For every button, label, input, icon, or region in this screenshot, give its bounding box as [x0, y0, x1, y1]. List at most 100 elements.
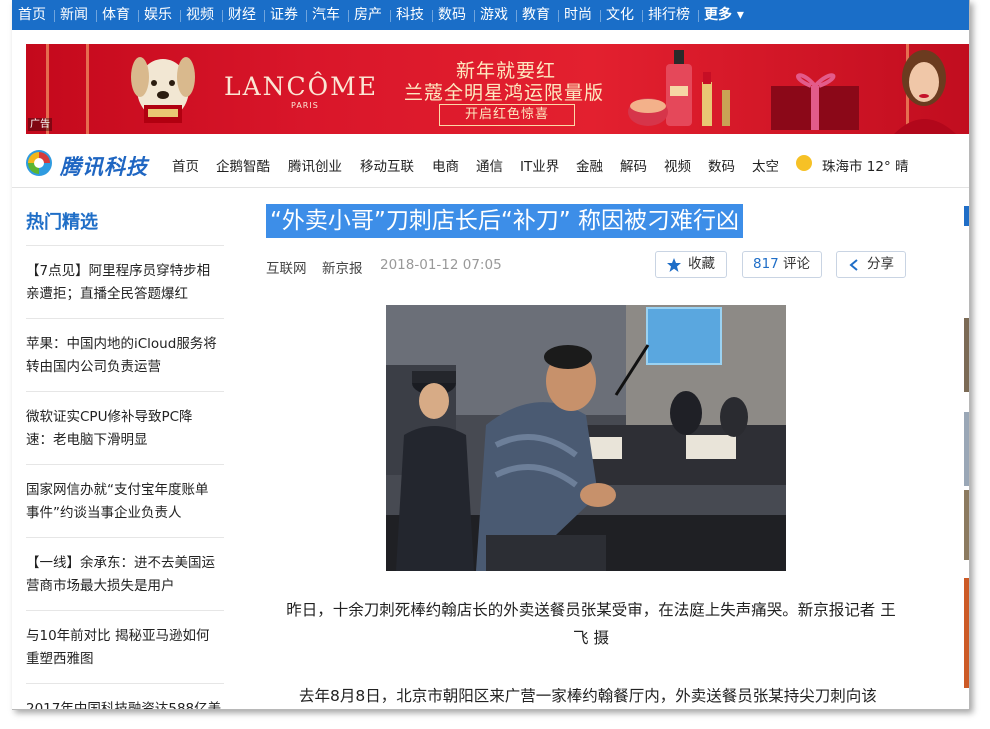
share-icon: [849, 259, 858, 271]
ad-banner[interactable]: LANCÔME PARIS 新年就要红 兰蔻全明星鸿运限量版 开启红色惊喜 广告: [26, 44, 969, 134]
channel-culture[interactable]: 文化: [606, 7, 634, 23]
nav-mobile-internet[interactable]: 移动互联: [360, 155, 414, 175]
sidebar-item-line: 与10年前对比 揭秘亚马逊如何: [26, 628, 210, 644]
sidebar-item-line: 速：老电脑下滑明显: [26, 432, 148, 448]
sidebar-divider: [26, 610, 224, 611]
sidebar-item-line: 营商市场最大损失是用户: [26, 578, 175, 594]
model-image: [894, 50, 956, 134]
channel-separator: [642, 10, 643, 22]
channel-separator: [600, 10, 601, 22]
thumbnail-edge: [964, 490, 969, 560]
thumbnail-edge: [964, 412, 969, 486]
sidebar-item[interactable]: 微软证实CPU修补导致PC降 速：老电脑下滑明显: [26, 406, 226, 452]
sun-icon: [796, 155, 812, 171]
channel-separator: [348, 10, 349, 22]
channel-separator: [54, 10, 55, 22]
collect-button[interactable]: 收藏: [655, 251, 727, 278]
sidebar-divider: [26, 391, 224, 392]
channel-more-dropdown[interactable]: 更多 ▾: [704, 7, 744, 23]
caption-line: 昨日，十余刀刺死棒约翰店长的外卖送餐员张某受审，在法庭上失声痛哭。新京报记者 王: [286, 601, 896, 619]
collect-label: 收藏: [688, 256, 715, 272]
article-headline: “外卖小哥”刀刺店长后“补刀” 称因被刁难行凶: [266, 204, 743, 238]
lancome-paris: PARIS: [291, 101, 319, 110]
comment-button[interactable]: 817 评论: [742, 251, 822, 278]
article-source-1[interactable]: 互联网: [266, 257, 307, 277]
banner-cta-button[interactable]: 开启红色惊喜: [439, 104, 575, 126]
browser-viewport: 首页 新闻 体育 娱乐 视频 财经 证券 汽车 房产 科技 数码 游戏 教育 时…: [12, 0, 970, 710]
share-label: 分享: [867, 256, 894, 272]
sidebar-item-line: 微软证实CPU修补导致PC降: [26, 409, 193, 425]
nav-ecommerce[interactable]: 电商: [432, 155, 459, 175]
channel-games[interactable]: 游戏: [480, 7, 508, 23]
sidebar-item-line: 国家网信办就“支付宝年度账单: [26, 482, 209, 498]
star-icon: [667, 258, 681, 272]
share-button[interactable]: 分享: [836, 251, 906, 278]
sidebar-item[interactable]: 2017年中国科技融资达588亿美: [26, 698, 226, 709]
article-time: 2018-01-12 07:05: [380, 257, 502, 273]
channel-ranking[interactable]: 排行榜: [648, 7, 690, 23]
channel-separator: [96, 10, 97, 22]
product-image: [628, 50, 730, 126]
channel-fashion[interactable]: 时尚: [564, 7, 592, 23]
nav-digital[interactable]: 数码: [708, 155, 735, 175]
channel-separator: [306, 10, 307, 22]
channel-entertainment[interactable]: 娱乐: [144, 7, 172, 23]
sidebar-item-line: 【一线】余承东：进不去美国运: [26, 555, 215, 571]
channel-education[interactable]: 教育: [522, 7, 550, 23]
nav-home[interactable]: 首页: [172, 155, 199, 175]
channel-stocks[interactable]: 证券: [270, 7, 298, 23]
photo-caption: 昨日，十余刀刺死棒约翰店长的外卖送餐员张某受审，在法庭上失声痛哭。新京报记者 王…: [266, 596, 916, 652]
channel-auto[interactable]: 汽车: [312, 7, 340, 23]
channel-finance[interactable]: 财经: [228, 7, 256, 23]
article-photo[interactable]: [386, 305, 786, 571]
channel-separator: [264, 10, 265, 22]
ad-label: 广告: [28, 118, 52, 131]
channel-separator: [138, 10, 139, 22]
nav-decode[interactable]: 解码: [620, 155, 647, 175]
nav-telecom[interactable]: 通信: [476, 155, 503, 175]
caption-line: 飞 摄: [573, 629, 609, 647]
channel-separator: [558, 10, 559, 22]
nav-finance[interactable]: 金融: [576, 155, 603, 175]
channel-separator: [432, 10, 433, 22]
sidebar-divider: [26, 683, 224, 684]
channel-separator: [180, 10, 181, 22]
sidebar-divider: [26, 537, 224, 538]
sidebar-divider: [26, 245, 224, 246]
comment-count: 817: [753, 256, 779, 272]
channel-sports[interactable]: 体育: [102, 7, 130, 23]
comment-label: 评论: [783, 256, 810, 272]
channel-video[interactable]: 视频: [186, 7, 214, 23]
channel-bar: 首页 新闻 体育 娱乐 视频 财经 证券 汽车 房产 科技 数码 游戏 教育 时…: [12, 0, 969, 30]
channel-separator: [516, 10, 517, 22]
sidebar-item[interactable]: 国家网信办就“支付宝年度账单 事件”约谈当事企业负责人: [26, 479, 226, 525]
channel-home[interactable]: 首页: [18, 7, 46, 23]
sidebar-item[interactable]: 与10年前对比 揭秘亚马逊如何 重塑西雅图: [26, 625, 226, 671]
lancome-logo: LANCÔME: [224, 72, 379, 101]
channel-tech[interactable]: 科技: [396, 7, 424, 23]
sidebar-item-line: 亲遭拒；直播全民答题爆红: [26, 286, 188, 302]
channel-separator: [390, 10, 391, 22]
logo-text: 腾讯科技: [60, 155, 148, 179]
channel-house[interactable]: 房产: [354, 7, 382, 23]
sidebar-divider: [26, 464, 224, 465]
sidebar-item[interactable]: 【一线】余承东：进不去美国运 营商市场最大损失是用户: [26, 552, 226, 598]
site-nav: 腾讯科技 首页 企鹅智酷 腾讯创业 移动互联 电商 通信 IT业界 金融 解码 …: [12, 138, 969, 188]
sidebar-item-line: 事件”约谈当事企业负责人: [26, 505, 182, 521]
sidebar-item[interactable]: 【7点见】阿里程序员穿特步相 亲遭拒；直播全民答题爆红: [26, 260, 226, 306]
channel-separator: [698, 10, 699, 22]
tencent-tech-logo[interactable]: 腾讯科技: [24, 146, 158, 180]
channel-separator: [222, 10, 223, 22]
sidebar-item[interactable]: 苹果：中国内地的iCloud服务将 转由国内公司负责运营: [26, 333, 226, 379]
channel-news[interactable]: 新闻: [60, 7, 88, 23]
nav-it-industry[interactable]: IT业界: [520, 155, 559, 175]
weather-text: 珠海市 12° 晴: [822, 159, 909, 175]
nav-video[interactable]: 视频: [664, 155, 691, 175]
nav-space[interactable]: 太空: [752, 155, 779, 175]
right-column-edge: [964, 190, 969, 709]
channel-digital[interactable]: 数码: [438, 7, 466, 23]
sidebar-divider: [26, 318, 224, 319]
article-source-2[interactable]: 新京报: [322, 257, 363, 277]
nav-startup[interactable]: 腾讯创业: [288, 155, 342, 175]
nav-penguin-think[interactable]: 企鹅智酷: [216, 155, 270, 175]
